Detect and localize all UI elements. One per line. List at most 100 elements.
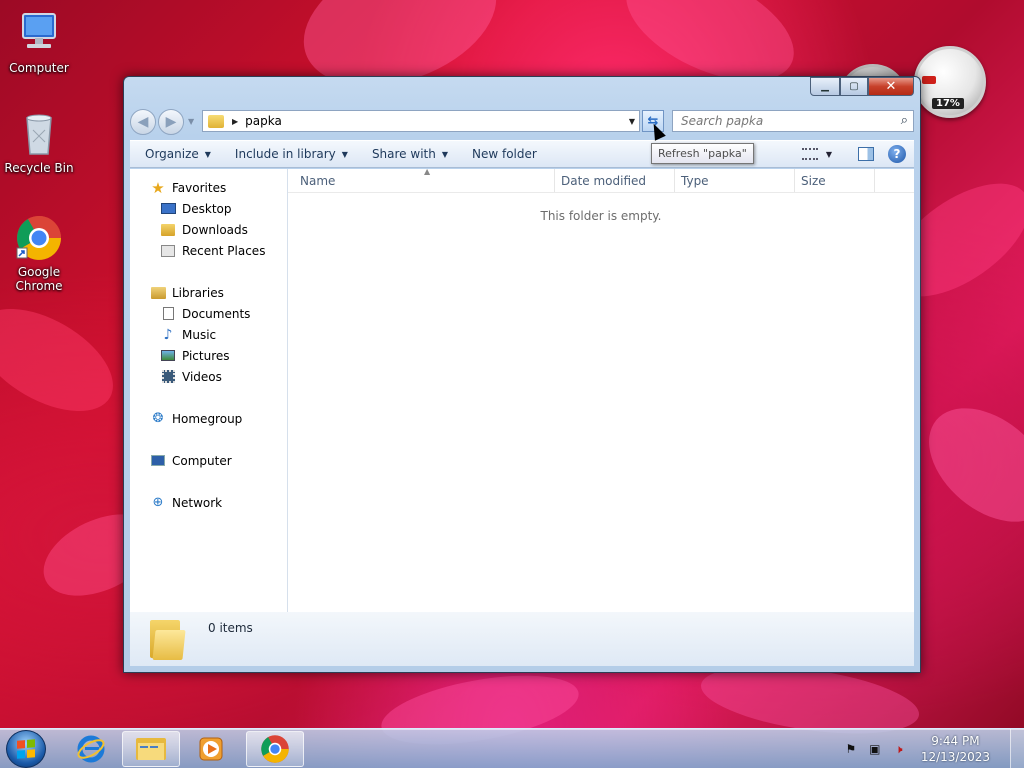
refresh-tooltip: Refresh "papka" [651, 143, 754, 164]
taskbar-media-player[interactable] [182, 731, 240, 767]
include-in-library-label: Include in library [234, 147, 336, 161]
search-input[interactable]: Search papka ⌕ [672, 110, 914, 132]
file-list[interactable]: ▲ Name Date modified Type Size This fold… [288, 167, 914, 612]
nav-favorites[interactable]: ★ Favorites [130, 177, 287, 198]
details-pane: 0 items [130, 612, 914, 666]
taskbar-windows-explorer[interactable] [122, 731, 180, 767]
nav-libraries[interactable]: Libraries [130, 282, 287, 303]
taskbar-google-chrome[interactable] [246, 731, 304, 767]
chevron-down-icon: ▼ [441, 149, 448, 159]
window-controls: ▁ ▢ ✕ [810, 77, 914, 96]
nav-downloads[interactable]: Downloads [130, 219, 287, 240]
desktop-icon [160, 202, 176, 216]
desktop-icon-label: Google Chrome [15, 265, 63, 293]
folder-icon [208, 114, 224, 128]
computer-icon [150, 454, 166, 468]
chrome-icon [15, 214, 63, 262]
volume-muted-icon[interactable]: 🕨 [891, 741, 907, 757]
nav-pictures[interactable]: Pictures [130, 345, 287, 366]
column-header-date-modified[interactable]: Date modified [555, 169, 675, 192]
address-bar[interactable]: ▶ papka ▼ [202, 110, 640, 132]
navigation-pane[interactable]: ★ Favorites Desktop Downloads Recent Pla… [130, 169, 288, 612]
homegroup-icon: ❂ [152, 411, 164, 426]
back-button[interactable]: ◀ [130, 109, 156, 135]
taskbar: ⚑ ▣ 🕨 9:44 PM 12/13/2023 [0, 728, 1024, 768]
network-tray-icon[interactable]: ▣ [867, 741, 883, 757]
chevron-down-icon: ▼ [204, 149, 211, 159]
organize-label: Organize [145, 147, 199, 161]
windows-explorer-icon [136, 738, 166, 760]
column-header-name[interactable]: ▲ Name [288, 167, 555, 192]
desktop-icon-label: Computer [9, 61, 69, 75]
new-folder-label: New folder [472, 147, 537, 161]
gadget-indicator [922, 76, 936, 84]
address-dropdown-icon[interactable]: ▼ [629, 117, 635, 126]
address-path[interactable]: papka [245, 114, 282, 128]
show-desktop-button[interactable] [1010, 729, 1024, 768]
nav-libraries-label: Libraries [172, 285, 224, 300]
music-icon: ♪ [163, 326, 173, 343]
documents-icon [160, 307, 176, 321]
videos-icon [160, 370, 176, 384]
column-type-label: Type [681, 173, 709, 188]
preview-pane-icon[interactable] [858, 147, 874, 161]
system-tray: ⚑ ▣ 🕨 9:44 PM 12/13/2023 [843, 729, 1024, 768]
include-in-library-button[interactable]: Include in library ▼ [223, 141, 360, 167]
new-folder-button[interactable]: New folder [460, 141, 549, 167]
forward-button[interactable]: ▶ [158, 109, 184, 135]
start-button[interactable] [6, 730, 46, 768]
nav-videos[interactable]: Videos [130, 366, 287, 387]
nav-documents[interactable]: Documents [130, 303, 287, 324]
windows-logo-icon [17, 739, 35, 759]
nav-network[interactable]: ⊕ Network [130, 492, 287, 513]
nav-videos-label: Videos [182, 369, 222, 384]
media-player-icon [199, 737, 223, 761]
search-icon[interactable]: ⌕ [901, 113, 908, 128]
internet-explorer-icon [77, 735, 105, 763]
nav-homegroup[interactable]: ❂ Homegroup [130, 408, 287, 429]
minimize-button[interactable]: ▁ [810, 77, 840, 96]
recent-pages-dropdown[interactable]: ▼ [188, 117, 194, 126]
nav-pictures-label: Pictures [182, 348, 230, 363]
desktop-icon-recycle-bin[interactable]: Recycle Bin [1, 110, 77, 175]
explorer-window[interactable]: ▁ ▢ ✕ ◀ ▶ ▼ ▶ papka ▼ ⇆ Search papka ⌕ O… [123, 76, 921, 673]
column-header-type[interactable]: Type [675, 169, 795, 192]
nav-desktop[interactable]: Desktop [130, 198, 287, 219]
change-view-button[interactable]: ▼ [801, 148, 832, 160]
nav-homegroup-label: Homegroup [172, 411, 243, 426]
action-center-flag-icon[interactable]: ⚑ [843, 741, 859, 757]
clock-time: 9:44 PM [931, 734, 980, 748]
recycle-bin-icon [15, 110, 63, 158]
computer-icon [15, 10, 63, 58]
column-date-label: Date modified [561, 173, 647, 188]
close-button[interactable]: ✕ [868, 77, 914, 96]
nav-network-label: Network [172, 495, 223, 510]
share-with-button[interactable]: Share with ▼ [360, 141, 460, 167]
search-placeholder: Search papka [681, 114, 764, 128]
nav-computer[interactable]: Computer [130, 450, 287, 471]
column-header-size[interactable]: Size [795, 169, 875, 192]
clock[interactable]: 9:44 PM 12/13/2023 [921, 733, 990, 765]
forward-arrow-icon: ▶ [165, 114, 177, 130]
pictures-icon [160, 349, 176, 363]
nav-computer-label: Computer [172, 453, 232, 468]
organize-button[interactable]: Organize ▼ [130, 141, 223, 167]
empty-folder-message: This folder is empty. [540, 209, 662, 223]
item-count: 0 items [208, 621, 253, 635]
chevron-right-icon[interactable]: ▶ [232, 117, 238, 126]
maximize-button[interactable]: ▢ [840, 77, 868, 96]
folder-large-icon [150, 620, 186, 660]
sort-ascending-icon: ▲ [424, 167, 431, 176]
desktop-icon-google-chrome[interactable]: Google Chrome [1, 214, 77, 293]
desktop-icon-computer[interactable]: Computer [1, 10, 77, 75]
navigation-bar: ◀ ▶ ▼ ▶ papka ▼ ⇆ Search papka ⌕ [130, 108, 914, 136]
nav-music-label: Music [182, 327, 217, 342]
help-icon[interactable]: ? [888, 145, 906, 163]
nav-music[interactable]: ♪ Music [130, 324, 287, 345]
nav-recent-places[interactable]: Recent Places [130, 240, 287, 261]
taskbar-internet-explorer[interactable] [62, 731, 120, 767]
desktop-icon-label: Recycle Bin [4, 161, 74, 175]
